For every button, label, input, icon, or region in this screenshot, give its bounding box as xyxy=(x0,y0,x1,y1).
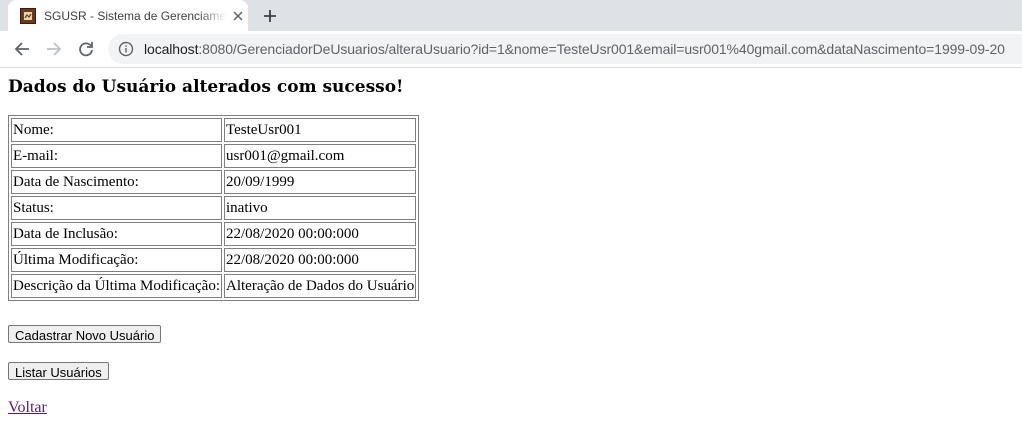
reload-icon[interactable] xyxy=(74,37,98,61)
field-value: Alteração de Dados do Usuário xyxy=(224,274,417,298)
field-value: 22/08/2020 00:00:000 xyxy=(224,248,417,272)
table-row: Nome: TesteUsr001 xyxy=(11,118,417,142)
field-label: Última Modificação: xyxy=(11,248,222,272)
user-data-table: Nome: TesteUsr001 E-mail: usr001@gmail.com D… xyxy=(8,115,420,301)
page-content: Dados do Usuário alterados com sucesso! … xyxy=(8,68,420,301)
tab-title: SGUSR - Sistema de Gerenciamento xyxy=(44,8,226,23)
field-label: Status: xyxy=(11,196,222,220)
new-user-button[interactable]: Cadastrar Novo Usuário xyxy=(8,325,162,343)
table-row: Status: inativo xyxy=(11,196,417,220)
url-path: :8080/GerenciadorDeUsuarios/alteraUsuari… xyxy=(198,41,1005,57)
field-label: Descrição da Última Modificação: xyxy=(11,274,222,298)
url-host: localhost xyxy=(144,41,199,57)
field-value: 22/08/2020 00:00:000 xyxy=(224,222,417,246)
favicon-icon xyxy=(20,7,36,24)
new-tab-icon[interactable] xyxy=(258,4,282,28)
info-icon[interactable] xyxy=(118,41,134,57)
forward-arrow-icon[interactable] xyxy=(42,37,66,61)
table-row: Última Modificação: 22/08/2020 00:00:000 xyxy=(11,248,417,272)
field-label: E-mail: xyxy=(11,144,222,168)
table-row: Data de Nascimento: 20/09/1999 xyxy=(11,170,417,194)
field-label: Data de Inclusão: xyxy=(11,222,222,246)
field-value: inativo xyxy=(224,196,417,220)
address-bar[interactable]: localhost:8080/GerenciadorDeUsuarios/alt… xyxy=(108,34,1022,64)
field-value: TesteUsr001 xyxy=(224,118,417,142)
table-row: Data de Inclusão: 22/08/2020 00:00:000 xyxy=(11,222,417,246)
field-label: Data de Nascimento: xyxy=(11,170,222,194)
browser-tab[interactable]: SGUSR - Sistema de Gerenciamento xyxy=(8,0,248,31)
browser-toolbar: localhost:8080/GerenciadorDeUsuarios/alt… xyxy=(0,31,1022,68)
table-row: Descrição da Última Modificação: Alteraçã… xyxy=(11,274,417,298)
back-arrow-icon[interactable] xyxy=(10,37,34,61)
success-heading: Dados do Usuário alterados com sucesso! xyxy=(8,77,404,97)
url-text: localhost:8080/GerenciadorDeUsuarios/alt… xyxy=(144,41,1005,57)
field-value: usr001@gmail.com xyxy=(224,144,417,168)
back-link[interactable]: Voltar xyxy=(8,399,47,417)
field-label: Nome: xyxy=(11,118,222,142)
close-tab-icon[interactable] xyxy=(230,8,246,24)
table-row: E-mail: usr001@gmail.com xyxy=(11,144,417,168)
list-users-button[interactable]: Listar Usuários xyxy=(8,362,109,380)
field-value: 20/09/1999 xyxy=(224,170,417,194)
tab-strip: SGUSR - Sistema de Gerenciamento xyxy=(0,0,1022,31)
